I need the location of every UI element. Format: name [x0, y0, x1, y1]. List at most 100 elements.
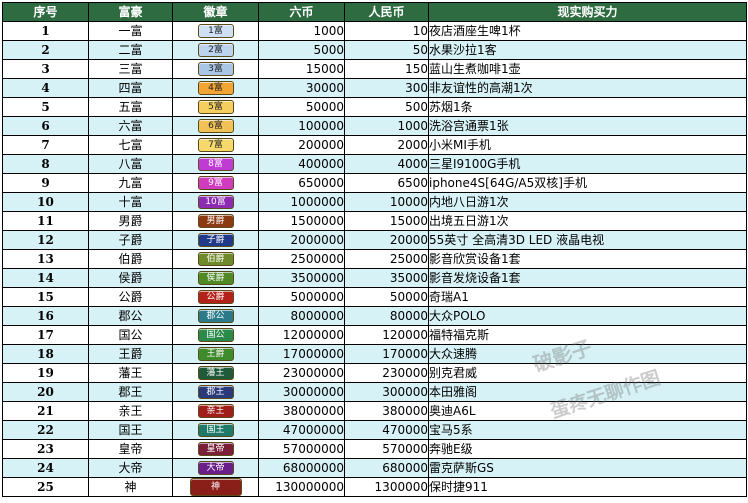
header-no: 序号	[2, 2, 89, 22]
rank-title: 十富	[88, 192, 173, 212]
header-coin: 六币	[258, 2, 345, 22]
rank-badge-icon: 藩王	[197, 366, 234, 380]
table-row: 10 十富 10富 1000000 10000 内地八日游1次	[2, 192, 747, 212]
table-row: 14 侯爵 侯爵 3500000 35000 影音发烧设备1套	[2, 268, 747, 288]
table-row: 15 公爵 公爵 5000000 50000 奇瑞A1	[2, 287, 747, 307]
rank-badge-cell: 王爵	[172, 344, 259, 364]
coin-value: 100000	[258, 116, 345, 136]
purchase-power: iphone4S[64G/A5双核]手机	[428, 173, 747, 193]
rmb-value: 2000	[344, 135, 429, 155]
table-row: 4 四富 4富 30000 300 非友谊性的高潮1次	[2, 78, 747, 98]
purchase-power: 大众POLO	[428, 306, 747, 326]
table-row: 9 九富 9富 650000 6500 iphone4S[64G/A5双核]手机	[2, 173, 747, 193]
purchase-power: 三星I9100G手机	[428, 154, 747, 174]
rank-badge-icon: 国公	[197, 328, 234, 342]
rank-title: 男爵	[88, 211, 173, 231]
rank-badge-cell: 10富	[172, 192, 259, 212]
rank-title: 一富	[88, 21, 173, 41]
header-buy: 现实购买力	[428, 2, 747, 22]
coin-value: 1000000	[258, 192, 345, 212]
rank-number: 15	[2, 287, 89, 307]
rank-title: 藩王	[88, 363, 173, 383]
purchase-power: 水果沙拉1客	[428, 40, 747, 60]
table-row: 19 藩王 藩王 23000000 230000 别克君威	[2, 363, 747, 383]
rank-badge-cell: 4富	[172, 78, 259, 98]
rmb-value: 50000	[344, 287, 429, 307]
rank-badge-cell: 子爵	[172, 230, 259, 250]
purchase-power: 小米MI手机	[428, 135, 747, 155]
page: 序号 富豪 徽章 六币 人民币 现实购买力 1 一富 1富 1000 10 夜店酒座生啤1…	[0, 0, 748, 503]
rank-title: 郡公	[88, 306, 173, 326]
rmb-value: 680000	[344, 458, 429, 478]
table-row: 12 子爵 子爵 2000000 20000 55英寸 全高清3D LED 液晶电视	[2, 230, 747, 250]
table-row: 5 五富 5富 50000 500 苏烟1条	[2, 97, 747, 117]
rank-badge-icon: 神	[189, 478, 242, 496]
rank-title: 六富	[88, 116, 173, 136]
rank-badge-icon: 王爵	[197, 347, 234, 361]
rank-title: 公爵	[88, 287, 173, 307]
table-row: 17 国公 国公 12000000 120000 福特福克斯	[2, 325, 747, 345]
coin-value: 5000	[258, 40, 345, 60]
rank-number: 17	[2, 325, 89, 345]
rank-badge-icon: 男爵	[197, 214, 234, 228]
rank-badge-cell: 伯爵	[172, 249, 259, 269]
table-row: 6 六富 6富 100000 1000 洗浴宫通票1张	[2, 116, 747, 136]
rmb-value: 6500	[344, 173, 429, 193]
coin-value: 130000000	[258, 477, 345, 497]
rank-badge-icon: 公爵	[197, 290, 234, 304]
rank-title: 三富	[88, 59, 173, 79]
rank-number: 18	[2, 344, 89, 364]
coin-value: 57000000	[258, 439, 345, 459]
coin-value: 1500000	[258, 211, 345, 231]
coin-value: 2500000	[258, 249, 345, 269]
table-row: 22 国王 国王 47000000 470000 宝马5系	[2, 420, 747, 440]
rank-title: 皇帝	[88, 439, 173, 459]
rank-badge-icon: 5富	[197, 100, 234, 114]
rank-badge-icon: 7富	[197, 138, 234, 152]
rank-number: 1	[2, 21, 89, 41]
coin-value: 30000	[258, 78, 345, 98]
rank-number: 8	[2, 154, 89, 174]
rank-badge-icon: 郡王	[197, 385, 234, 399]
coin-value: 3500000	[258, 268, 345, 288]
rank-number: 20	[2, 382, 89, 402]
rank-badge-cell: 5富	[172, 97, 259, 117]
rank-number: 25	[2, 477, 89, 497]
rmb-value: 170000	[344, 344, 429, 364]
rank-number: 12	[2, 230, 89, 250]
table-row: 8 八富 8富 400000 4000 三星I9100G手机	[2, 154, 747, 174]
purchase-power: 大众速腾	[428, 344, 747, 364]
rank-title: 国公	[88, 325, 173, 345]
rank-title: 郡王	[88, 382, 173, 402]
purchase-power: 蓝山生煮咖啡1壶	[428, 59, 747, 79]
purchase-power: 奥迪A6L	[428, 401, 747, 421]
purchase-power: 奇瑞A1	[428, 287, 747, 307]
rmb-value: 80000	[344, 306, 429, 326]
rmb-value: 120000	[344, 325, 429, 345]
rank-number: 4	[2, 78, 89, 98]
table-row: 21 亲王 亲王 38000000 380000 奥迪A6L	[2, 401, 747, 421]
coin-value: 38000000	[258, 401, 345, 421]
rmb-value: 470000	[344, 420, 429, 440]
rank-badge-cell: 郡王	[172, 382, 259, 402]
purchase-power: 福特福克斯	[428, 325, 747, 345]
rmb-value: 1300000	[344, 477, 429, 497]
rank-title: 亲王	[88, 401, 173, 421]
header-badge: 徽章	[172, 2, 259, 22]
rmb-value: 300000	[344, 382, 429, 402]
rank-badge-icon: 10富	[197, 195, 234, 209]
rank-badge-cell: 7富	[172, 135, 259, 155]
table-row: 11 男爵 男爵 1500000 15000 出境五日游1次	[2, 211, 747, 231]
purchase-power: 夜店酒座生啤1杯	[428, 21, 747, 41]
rank-badge-cell: 国王	[172, 420, 259, 440]
rank-number: 22	[2, 420, 89, 440]
purchase-power: 别克君威	[428, 363, 747, 383]
rank-badge-icon: 8富	[197, 157, 234, 171]
table-header-row: 序号 富豪 徽章 六币 人民币 现实购买力	[2, 2, 747, 22]
coin-value: 15000	[258, 59, 345, 79]
table-row: 18 王爵 王爵 17000000 170000 大众速腾	[2, 344, 747, 364]
coin-value: 1000	[258, 21, 345, 41]
rank-badge-icon: 3富	[197, 62, 234, 76]
rmb-value: 570000	[344, 439, 429, 459]
rank-badge-icon: 4富	[197, 81, 234, 95]
